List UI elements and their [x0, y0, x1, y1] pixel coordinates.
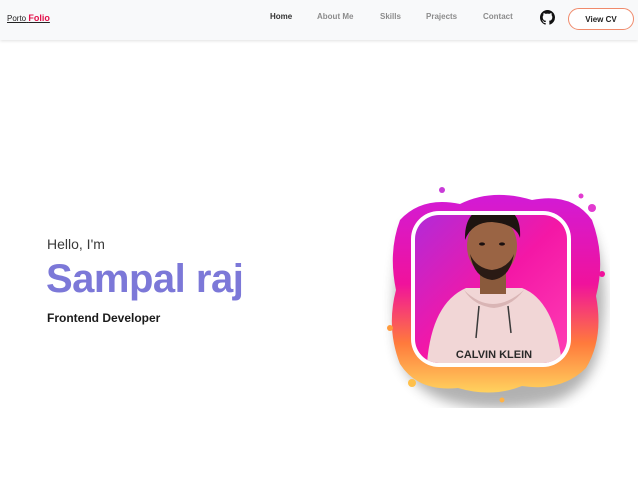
nav-skills[interactable]: Skills — [380, 12, 401, 21]
nav-projects[interactable]: Prajects — [426, 12, 457, 21]
navbar: Porto Folio Home About Me Skills Praject… — [0, 0, 638, 40]
view-cv-button[interactable]: View CV — [568, 8, 634, 30]
brand-accent: Folio — [28, 13, 50, 23]
nav-home[interactable]: Home — [270, 12, 292, 21]
nav-contact[interactable]: Contact — [483, 12, 513, 21]
profile-portrait: CALVIN KLEIN — [387, 187, 605, 408]
hoodie-print: CALVIN KLEIN — [456, 349, 532, 361]
hero-greeting: Hello, I'm — [47, 236, 105, 252]
hero-name: Sampal raj — [46, 257, 244, 301]
nav-about-me[interactable]: About Me — [317, 12, 353, 21]
hero-role: Frontend Developer — [47, 311, 161, 325]
github-icon[interactable] — [540, 10, 555, 25]
brand-logo[interactable]: Porto Folio — [7, 13, 50, 23]
brand-prefix: Porto — [7, 14, 27, 23]
